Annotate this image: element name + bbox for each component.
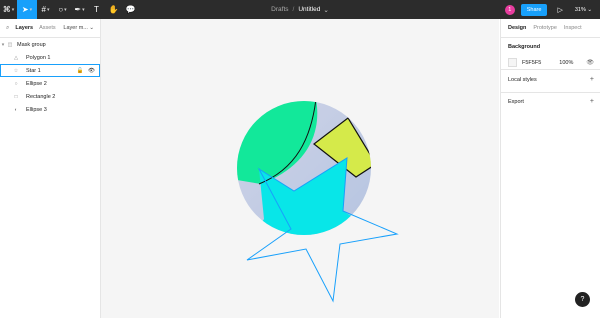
- eye-icon[interactable]: 👁: [586, 59, 594, 66]
- pen-tool-button[interactable]: ✒ ▾: [71, 0, 88, 19]
- background-heading: Background: [508, 44, 541, 50]
- divider: [501, 92, 600, 93]
- background-opacity-input[interactable]: 100%: [559, 60, 573, 66]
- comment-icon: 💬: [125, 5, 136, 14]
- zoom-dropdown[interactable]: 31% ⌄: [575, 7, 592, 13]
- pen-icon: ✒: [74, 5, 82, 14]
- layer-ellipse-2[interactable]: ○ Ellipse 2: [0, 77, 100, 90]
- cursor-icon: ➤: [21, 5, 29, 14]
- avatar[interactable]: 1: [504, 4, 515, 15]
- local-styles-section: Local styles +: [508, 76, 594, 83]
- layers-panel: ⌕ Layers Assets Layer m... ⌄ ▾ ◫ Mask gr…: [0, 19, 101, 318]
- tab-inspect[interactable]: Inspect: [564, 25, 582, 31]
- figma-logo-icon: ⌘: [2, 5, 11, 14]
- layer-rectangle-2[interactable]: □ Rectangle 2: [0, 90, 100, 103]
- layer-label: Mask group: [17, 41, 46, 48]
- text-icon: T: [94, 5, 99, 14]
- properties-panel: Design Prototype Inspect Background F5F5…: [500, 19, 600, 318]
- background-fill-row: F5F5F5 100% 👁: [508, 58, 594, 67]
- layer-label: Ellipse 3: [26, 106, 47, 113]
- chevron-down-icon: ⌄: [89, 25, 94, 31]
- export-section: Export +: [508, 98, 594, 105]
- move-tool-button[interactable]: ➤ ▾: [17, 0, 37, 19]
- circle-icon: ○: [58, 5, 64, 14]
- layer-label: Star 1: [26, 67, 41, 74]
- tab-layers[interactable]: Layers: [15, 25, 33, 31]
- eye-icon[interactable]: 👁: [88, 68, 95, 74]
- shape-tool-button[interactable]: ○ ▾: [54, 0, 71, 19]
- left-panel-tabs: ⌕ Layers Assets Layer m... ⌄: [0, 19, 100, 38]
- zoom-level: 31%: [574, 6, 586, 13]
- frame-icon: #: [41, 5, 46, 14]
- layer-label: Polygon 1: [26, 54, 51, 61]
- rectangle-icon: □: [14, 93, 18, 100]
- layer-star-1[interactable]: ☆ Star 1 🔓 👁: [0, 64, 100, 77]
- unlock-icon[interactable]: 🔓: [77, 68, 84, 74]
- search-icon[interactable]: ⌕: [6, 25, 9, 32]
- text-tool-button[interactable]: T: [88, 0, 105, 19]
- toolbar-right: 1 Share ▷ 31% ⌄: [504, 0, 600, 19]
- background-swatch[interactable]: [508, 58, 517, 67]
- local-styles-heading: Local styles: [508, 76, 537, 83]
- export-heading: Export: [508, 98, 524, 105]
- comment-tool-button[interactable]: 💬: [122, 0, 139, 19]
- canvas[interactable]: [101, 19, 499, 318]
- layer-controls: 🔓 👁: [77, 68, 95, 74]
- add-icon[interactable]: +: [590, 98, 594, 105]
- layer-polygon-1[interactable]: △ Polygon 1: [0, 51, 100, 64]
- layer-label: Ellipse 2: [26, 80, 47, 87]
- share-button[interactable]: Share: [520, 3, 548, 16]
- triangle-icon: △: [14, 54, 18, 61]
- canvas-artwork: [237, 101, 399, 303]
- frame-tool-button[interactable]: # ▾: [37, 0, 54, 19]
- layer-mask-group[interactable]: ▾ ◫ Mask group: [0, 38, 100, 51]
- ellipse-half-icon: ◐: [14, 106, 18, 113]
- main-menu-button[interactable]: ⌘ ▾: [0, 0, 17, 19]
- play-icon[interactable]: ▷: [557, 6, 562, 14]
- layer-ellipse-3[interactable]: ◐ Ellipse 3: [0, 103, 100, 116]
- help-button[interactable]: ?: [575, 292, 590, 307]
- mask-icon: ◫: [7, 41, 13, 48]
- hand-tool-button[interactable]: ✋: [105, 0, 122, 19]
- hand-icon: ✋: [108, 5, 119, 14]
- tab-prototype[interactable]: Prototype: [533, 25, 557, 31]
- background-section: Background F5F5F5 100% 👁: [508, 44, 594, 67]
- right-panel-tabs: Design Prototype Inspect: [501, 19, 600, 38]
- page-name: Layer m...: [63, 25, 88, 31]
- background-hex-input[interactable]: F5F5F5: [522, 60, 541, 66]
- tab-assets[interactable]: Assets: [39, 25, 56, 31]
- add-icon[interactable]: +: [590, 76, 594, 83]
- layer-label: Rectangle 2: [26, 93, 56, 100]
- chevron-down-icon: ⌄: [587, 6, 592, 13]
- page-selector[interactable]: Layer m... ⌄: [63, 25, 94, 31]
- ellipse-icon: ○: [14, 80, 18, 87]
- star-icon: ☆: [13, 67, 19, 74]
- tab-design[interactable]: Design: [508, 25, 526, 31]
- divider: [501, 69, 600, 70]
